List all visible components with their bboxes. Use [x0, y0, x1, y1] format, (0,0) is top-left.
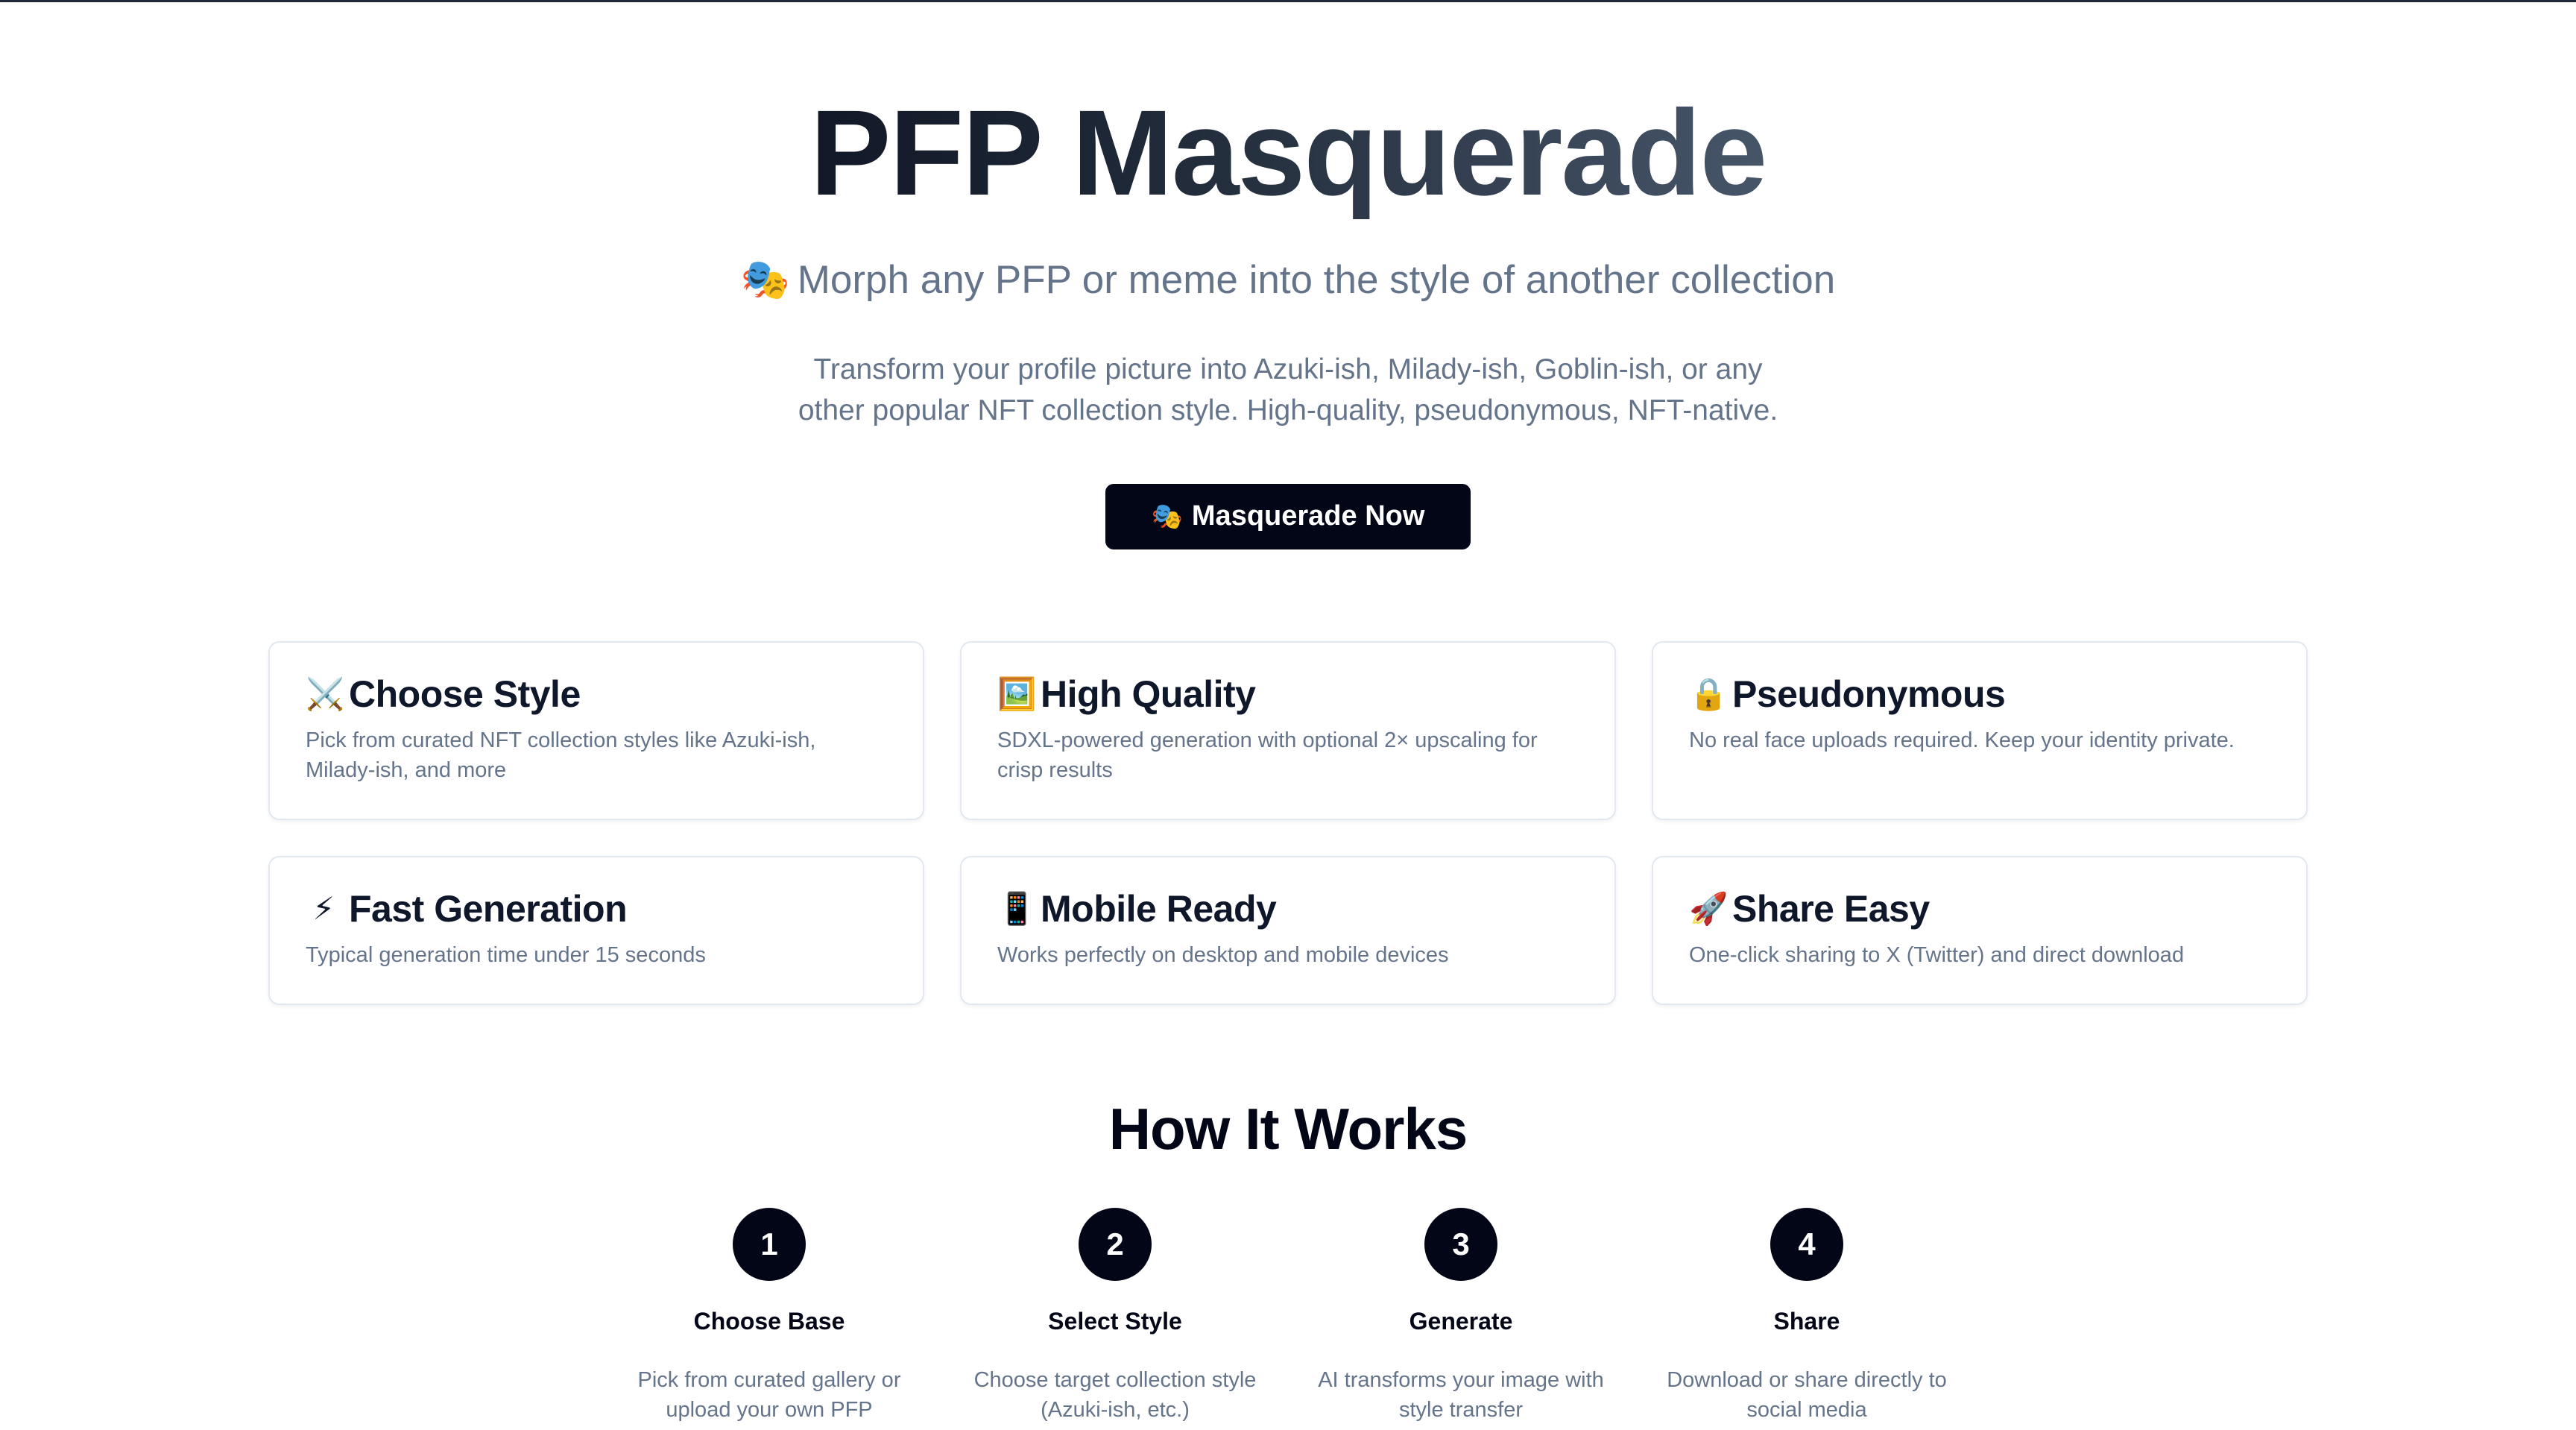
feature-card-pseudonymous: 🔒 Pseudonymous No real face uploads requ…	[1652, 641, 2308, 820]
step-description: Download or share directly to social med…	[1667, 1368, 1947, 1423]
masks-icon: 🎭	[740, 258, 790, 303]
hero-section: PFP Masquerade 🎭 Morph any PFP or meme in…	[0, 2, 2576, 549]
rocket-icon: 🚀	[1689, 891, 1728, 927]
feature-title-text: Mobile Ready	[1041, 888, 1277, 930]
masquerade-now-label: Masquerade Now	[1191, 500, 1425, 532]
feature-title: ⚔️ Choose Style	[306, 674, 887, 715]
crossed-swords-icon: ⚔️	[306, 676, 344, 712]
feature-title-text: Choose Style	[349, 673, 581, 715]
step-title: Select Style	[1048, 1308, 1182, 1335]
feature-title: 🖼️ High Quality	[997, 674, 1579, 715]
hero-description: Transform your profile picture into Azuk…	[798, 353, 1778, 427]
hero-subtitle: 🎭 Morph any PFP or meme into the style of…	[0, 256, 2576, 304]
step-description: Pick from curated gallery or upload your…	[637, 1368, 901, 1423]
feature-description: Typical generation time under 15 seconds	[306, 943, 706, 967]
cta-wrapper: 🎭 Masquerade Now	[0, 483, 2576, 549]
feature-description: SDXL-powered generation with optional 2×…	[997, 728, 1538, 783]
masks-icon: 🎭	[1151, 502, 1183, 531]
feature-description: Pick from curated NFT collection styles …	[306, 728, 816, 783]
step-share: 4 Share Download or share directly to so…	[1634, 1208, 1980, 1425]
step-title: Choose Base	[693, 1308, 845, 1335]
feature-description: No real face uploads required. Keep your…	[1689, 728, 2235, 752]
lightning-icon: ⚡	[312, 891, 335, 927]
step-number-badge: 4	[1770, 1208, 1843, 1281]
framed-picture-icon: 🖼️	[997, 676, 1036, 712]
step-number-badge: 3	[1424, 1208, 1497, 1281]
feature-title-text: Fast Generation	[349, 888, 628, 930]
feature-title: 🔒 Pseudonymous	[1689, 674, 2270, 715]
step-number-badge: 1	[733, 1208, 806, 1281]
step-select-style: 2 Select Style Choose target collection …	[942, 1208, 1288, 1425]
feature-title-text: High Quality	[1041, 673, 1256, 715]
how-it-works-steps: 1 Choose Base Pick from curated gallery …	[0, 1208, 2576, 1425]
step-title: Generate	[1409, 1308, 1513, 1335]
step-description: AI transforms your image with style tran…	[1318, 1368, 1604, 1423]
feature-title-text: Pseudonymous	[1732, 673, 2006, 715]
feature-card-choose-style: ⚔️ Choose Style Pick from curated NFT co…	[268, 641, 924, 820]
feature-description: One-click sharing to X (Twitter) and dir…	[1689, 943, 2185, 967]
feature-card-mobile-ready: 📱 Mobile Ready Works perfectly on deskto…	[960, 856, 1616, 1005]
feature-card-fast-generation: ⚡ Fast Generation Typical generation tim…	[268, 856, 924, 1005]
mobile-phone-icon: 📱	[997, 891, 1036, 927]
feature-description: Works perfectly on desktop and mobile de…	[997, 943, 1449, 967]
feature-card-high-quality: 🖼️ High Quality SDXL-powered generation …	[960, 641, 1616, 820]
hero-subtitle-text: Morph any PFP or meme into the style of …	[797, 258, 1836, 303]
page-title: PFP Masquerade	[809, 84, 1768, 221]
step-description: Choose target collection style (Azuki-is…	[973, 1368, 1257, 1423]
lock-icon: 🔒	[1689, 676, 1728, 712]
step-title: Share	[1773, 1308, 1840, 1335]
feature-title: 📱 Mobile Ready	[997, 889, 1579, 930]
masquerade-now-button[interactable]: 🎭 Masquerade Now	[1105, 483, 1471, 549]
step-choose-base: 1 Choose Base Pick from curated gallery …	[596, 1208, 942, 1425]
feature-card-share-easy: 🚀 Share Easy One-click sharing to X (Twi…	[1652, 856, 2308, 1005]
features-grid: ⚔️ Choose Style Pick from curated NFT co…	[268, 641, 2308, 1005]
how-it-works-heading: How It Works	[1108, 1096, 1468, 1162]
step-generate: 3 Generate AI transforms your image with…	[1288, 1208, 1634, 1425]
feature-title-text: Share Easy	[1732, 888, 1930, 930]
feature-title: 🚀 Share Easy	[1689, 889, 2270, 930]
landing-page: PFP Masquerade 🎭 Morph any PFP or meme in…	[0, 0, 2576, 1430]
step-number-badge: 2	[1079, 1208, 1152, 1281]
feature-title: ⚡ Fast Generation	[306, 889, 887, 930]
